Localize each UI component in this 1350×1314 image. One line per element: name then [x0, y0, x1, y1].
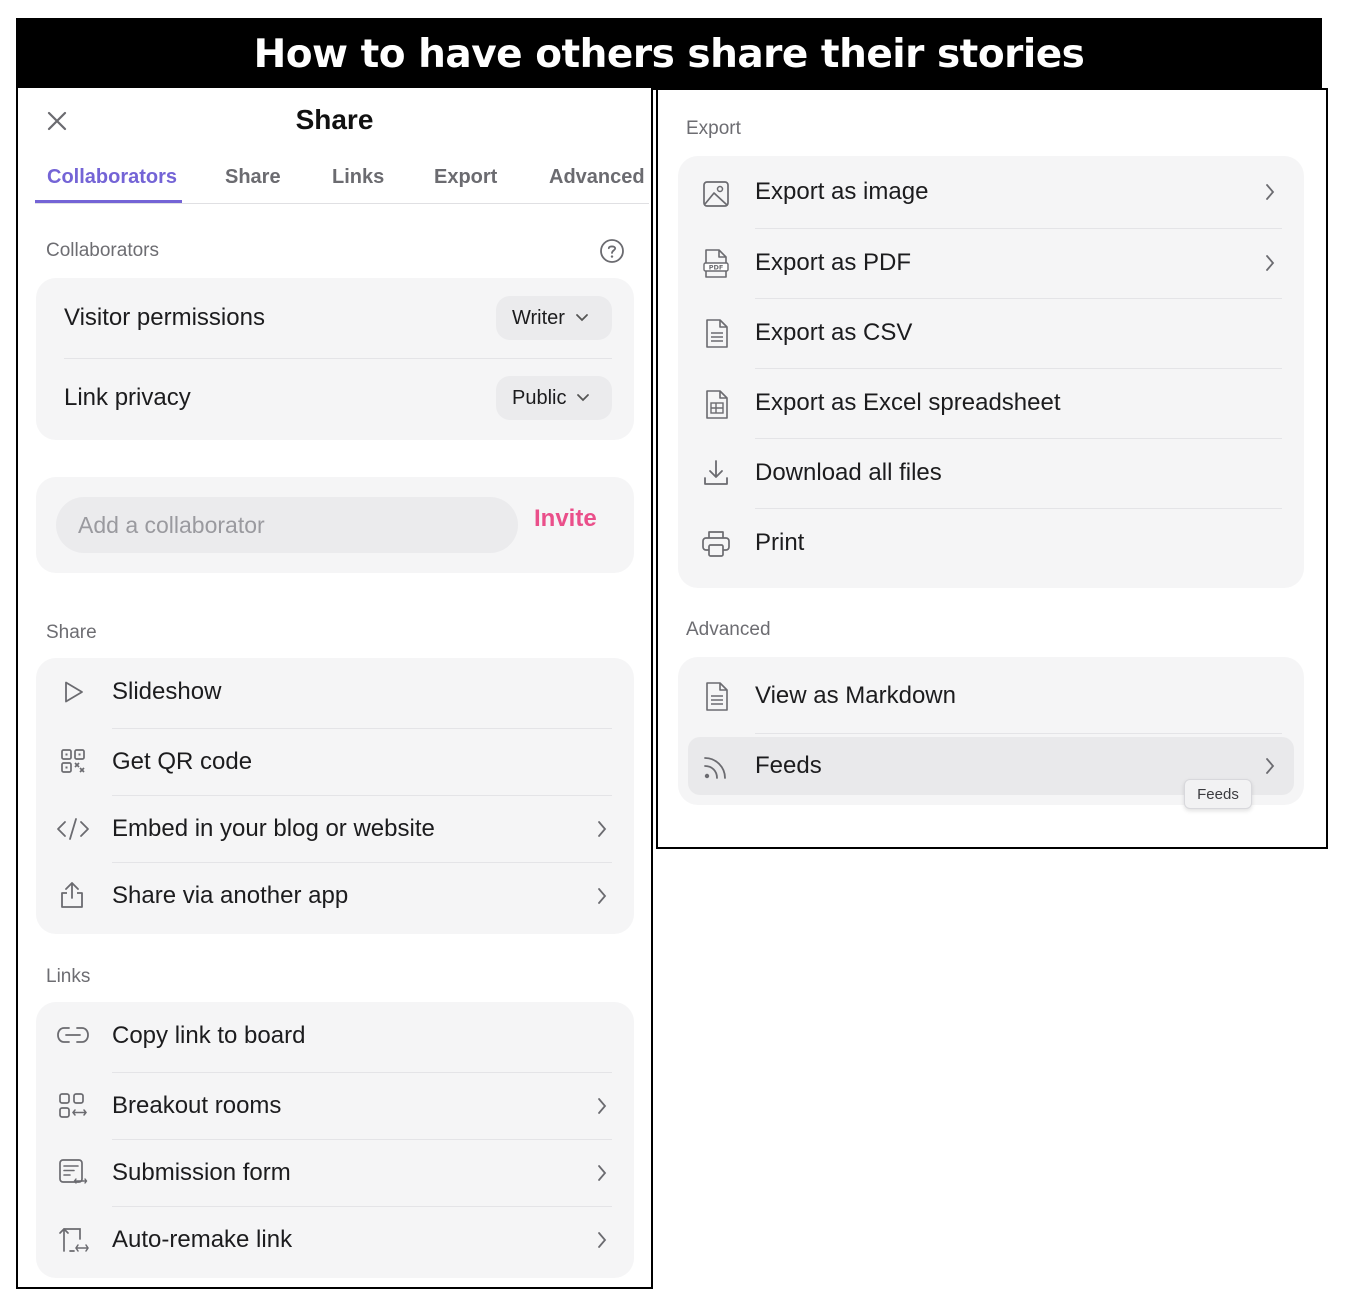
export-item-label: Download all files	[755, 459, 942, 486]
link-privacy-label: Link privacy	[64, 384, 191, 411]
export-item-download-all[interactable]: Download all files	[678, 438, 1304, 508]
tab-bar: Collaborators Share Links Export Advance…	[35, 156, 649, 204]
link-privacy-select[interactable]: Public	[496, 376, 612, 420]
tab-export[interactable]: Export	[434, 166, 497, 189]
tab-collaborators[interactable]: Collaborators	[47, 166, 177, 189]
export-advanced-panel: Export Export as image PDF Export as PDF	[656, 88, 1328, 849]
share-item-qr-code[interactable]: Get QR code	[36, 728, 634, 795]
section-label-export: Export	[686, 118, 741, 139]
markdown-icon	[706, 682, 728, 711]
advanced-item-markdown[interactable]: View as Markdown	[678, 661, 1304, 731]
add-collaborator-card: Invite	[36, 477, 634, 573]
share-item-label: Slideshow	[112, 677, 222, 705]
link-item-breakout-rooms[interactable]: Breakout rooms	[36, 1072, 634, 1139]
share-item-share-via-app[interactable]: Share via another app	[36, 862, 634, 929]
image-icon	[703, 181, 729, 207]
collaborator-settings-card: Visitor permissions Writer Link privacy …	[36, 278, 634, 440]
export-item-excel[interactable]: Export as Excel spreadsheet	[678, 368, 1304, 438]
share-options-card: Slideshow Get QR code Embed in your blog…	[36, 658, 634, 934]
export-item-csv[interactable]: Export as CSV	[678, 298, 1304, 368]
svg-text:PDF: PDF	[709, 264, 724, 272]
rss-icon	[704, 757, 726, 779]
link-item-copy-link[interactable]: Copy link to board	[36, 1002, 634, 1069]
active-tab-indicator	[35, 200, 182, 203]
chevron-right-icon	[1266, 758, 1275, 774]
link-privacy-value: Public	[512, 386, 567, 409]
link-item-label: Auto-remake link	[112, 1225, 293, 1253]
export-item-image[interactable]: Export as image	[678, 156, 1304, 228]
chevron-right-icon	[1266, 184, 1275, 200]
link-icon	[57, 1027, 89, 1043]
pdf-icon: PDF	[703, 249, 729, 278]
banner-title: How to have others share their stories	[16, 18, 1322, 90]
chevron-right-icon	[598, 888, 607, 904]
chevron-right-icon	[598, 1232, 607, 1248]
chevron-right-icon	[1266, 255, 1275, 271]
download-icon	[704, 460, 728, 485]
share-dialog: Share Collaborators Share Links Export A…	[16, 88, 653, 1289]
play-icon	[65, 681, 83, 703]
section-label-links: Links	[46, 966, 91, 987]
printer-icon	[702, 531, 730, 557]
chevron-right-icon	[598, 1098, 607, 1114]
help-icon[interactable]	[599, 238, 625, 264]
visitor-permissions-label: Visitor permissions	[64, 304, 265, 331]
chevron-down-icon	[577, 394, 590, 402]
link-item-label: Copy link to board	[112, 1021, 306, 1049]
export-item-label: Export as Excel spreadsheet	[755, 389, 1061, 416]
section-label-collaborators: Collaborators	[46, 240, 159, 261]
add-collaborator-input[interactable]	[56, 497, 518, 553]
divider	[755, 733, 1282, 734]
tab-share[interactable]: Share	[225, 166, 281, 189]
links-options-card: Copy link to board Breakout rooms Submis…	[36, 1002, 634, 1278]
dialog-title: Share	[295, 104, 374, 135]
chevron-right-icon	[598, 1165, 607, 1181]
export-item-print[interactable]: Print	[678, 508, 1304, 578]
export-item-label: Print	[755, 529, 805, 556]
visitor-permissions-value: Writer	[512, 306, 565, 329]
chevron-down-icon	[576, 314, 588, 322]
share-item-label: Embed in your blog or website	[112, 814, 435, 842]
link-item-label: Submission form	[112, 1158, 291, 1186]
advanced-item-label: View as Markdown	[755, 682, 956, 709]
export-item-label: Export as image	[755, 178, 929, 205]
share-item-label: Share via another app	[112, 881, 349, 909]
invite-button[interactable]: Invite	[534, 505, 597, 533]
form-icon	[59, 1159, 88, 1184]
export-item-pdf[interactable]: PDF Export as PDF	[678, 228, 1304, 298]
export-item-label: Export as PDF	[755, 249, 912, 276]
share-item-label: Get QR code	[112, 747, 253, 775]
section-label-advanced: Advanced	[686, 619, 771, 640]
link-item-submission-form[interactable]: Submission form	[36, 1139, 634, 1206]
code-icon	[57, 818, 89, 840]
share-icon	[61, 882, 83, 908]
tab-links[interactable]: Links	[332, 166, 384, 189]
share-item-slideshow[interactable]: Slideshow	[36, 658, 634, 725]
export-options-card: Export as image PDF Export as PDF Export…	[678, 156, 1304, 588]
chevron-right-icon	[598, 821, 607, 837]
feeds-tooltip: Feeds	[1184, 779, 1252, 809]
tab-advanced[interactable]: Advanced	[549, 166, 645, 189]
link-item-auto-remake[interactable]: Auto-remake link	[36, 1206, 634, 1273]
export-item-label: Export as CSV	[755, 319, 913, 346]
breakout-icon	[59, 1093, 87, 1118]
remake-icon	[59, 1228, 89, 1252]
csv-icon	[706, 319, 728, 348]
link-item-label: Breakout rooms	[112, 1091, 282, 1119]
share-item-embed[interactable]: Embed in your blog or website	[36, 795, 634, 862]
visitor-permissions-select[interactable]: Writer	[496, 296, 612, 340]
excel-icon	[706, 390, 728, 419]
qr-code-icon	[61, 749, 85, 773]
section-label-share: Share	[46, 622, 97, 643]
advanced-item-label: Feeds	[755, 752, 822, 779]
